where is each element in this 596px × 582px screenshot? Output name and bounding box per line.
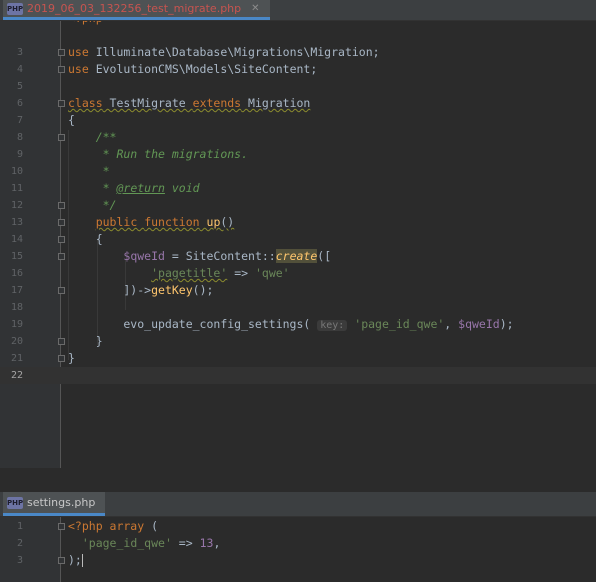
- editor-pane-migration[interactable]: 1<?php3use Illuminate\Database\Migration…: [0, 0, 596, 492]
- line-number: 5: [16, 81, 23, 92]
- code-line[interactable]: 2 'page_id_qwe' => 13,: [0, 535, 596, 552]
- code-line[interactable]: 21}: [0, 350, 596, 367]
- code-text: use EvolutionCMS\Models\SiteContent;: [68, 62, 318, 76]
- code-line[interactable]: 4 use EvolutionCMS\Models\SiteContent;: [0, 61, 596, 78]
- line-number: 3: [16, 47, 23, 58]
- code-text: evo_update_config_settings( key: 'page_i…: [68, 317, 514, 331]
- fold-marker-icon[interactable]: [58, 134, 65, 141]
- line-number: 6: [16, 98, 23, 109]
- close-icon[interactable]: ✕: [251, 3, 259, 14]
- code-text: * Run the migrations.: [68, 147, 249, 161]
- fold-marker-icon[interactable]: [58, 557, 65, 564]
- code-text: <?php array (: [68, 519, 159, 533]
- tab-label: 2019_06_03_132256_test_migrate.php: [27, 2, 242, 15]
- code-text: *: [68, 164, 110, 178]
- code-text: {: [68, 232, 103, 246]
- line-number: 4: [16, 64, 23, 75]
- line-number: 3: [16, 555, 23, 566]
- tab-settings-file[interactable]: PHP settings.php: [3, 492, 106, 516]
- code-line[interactable]: 5: [0, 78, 596, 95]
- code-line[interactable]: 17 ])->getKey();: [0, 282, 596, 299]
- fold-marker-icon[interactable]: [58, 355, 65, 362]
- line-number: 14: [10, 234, 23, 245]
- code-line[interactable]: 22: [0, 367, 596, 384]
- code-line[interactable]: 1 <?php array (: [0, 518, 596, 535]
- code-text: 'page_id_qwe' => 13,: [81, 536, 221, 550]
- code-text: * @return void: [68, 181, 200, 195]
- fold-marker-icon[interactable]: [58, 236, 65, 243]
- fold-marker-icon[interactable]: [58, 66, 65, 73]
- code-line[interactable]: 8 /**: [0, 129, 596, 146]
- fold-marker-icon[interactable]: [58, 100, 65, 107]
- tab-bar: PHP 2019_06_03_132256_test_migrate.php ✕: [0, 0, 596, 21]
- code-text: ])->getKey();: [68, 283, 214, 297]
- fold-marker-icon[interactable]: [58, 49, 65, 56]
- code-text: /**: [95, 130, 117, 144]
- code-line[interactable]: 18: [0, 299, 596, 316]
- code-line[interactable]: 7{: [0, 112, 596, 129]
- line-number: 2: [16, 538, 23, 549]
- php-file-icon: PHP: [7, 496, 24, 509]
- line-number: 11: [10, 183, 23, 194]
- fold-marker-icon[interactable]: [58, 219, 65, 226]
- code-text: public function up(): [95, 215, 235, 229]
- code-text: );: [68, 553, 83, 567]
- php-file-icon: PHP: [7, 2, 24, 15]
- line-number: 15: [10, 251, 23, 262]
- fold-marker-icon[interactable]: [58, 338, 65, 345]
- code-line[interactable]: 3);: [0, 552, 596, 569]
- fold-marker-icon[interactable]: [58, 253, 65, 260]
- line-number: 9: [16, 149, 23, 160]
- line-number: 19: [10, 319, 23, 330]
- tab-label: settings.php: [27, 496, 96, 509]
- code-line[interactable]: 14 {: [0, 231, 596, 248]
- editor-pane-settings[interactable]: 1 <?php array (2 'page_id_qwe' => 13, 3); …: [0, 492, 596, 582]
- tab-bar: PHP settings.php: [0, 492, 596, 517]
- code-text: }: [68, 351, 75, 365]
- line-number: 18: [10, 302, 23, 313]
- code-line[interactable]: 3 use Illuminate\Database\Migrations\Migr…: [0, 44, 596, 61]
- code-text: use Illuminate\Database\Migrations\Migra…: [68, 45, 380, 59]
- pane-splitter[interactable]: [0, 468, 596, 492]
- line-number: 10: [10, 166, 23, 177]
- code-line[interactable]: 20 }: [0, 333, 596, 350]
- line-number: 17: [10, 285, 23, 296]
- code-line[interactable]: 19 evo_update_config_settings( key: 'pag…: [0, 316, 596, 333]
- code-text: {: [68, 113, 75, 127]
- line-number: 8: [16, 132, 23, 143]
- line-number: 16: [10, 268, 23, 279]
- line-number: 13: [10, 217, 23, 228]
- code-text: 'pagetitle' => 'qwe': [151, 266, 290, 280]
- line-number: 21: [10, 353, 23, 364]
- line-number: 7: [16, 115, 23, 126]
- code-text: class TestMigrate extends Migration: [68, 96, 311, 110]
- code-line[interactable]: 10 *: [0, 163, 596, 180]
- line-number: 1: [16, 521, 23, 532]
- line-number: 20: [10, 336, 23, 347]
- code-line[interactable]: 13 public function up(): [0, 214, 596, 231]
- line-number: 12: [10, 200, 23, 211]
- fold-marker-icon[interactable]: [58, 523, 65, 530]
- code-text: $qweId = SiteContent::create([: [123, 249, 332, 263]
- tab-migration-file[interactable]: PHP 2019_06_03_132256_test_migrate.php ✕: [3, 0, 270, 20]
- code-text: }: [68, 334, 103, 348]
- code-line[interactable]: 6 class TestMigrate extends Migration: [0, 95, 596, 112]
- code-line[interactable]: 11 * @return void: [0, 180, 596, 197]
- code-text: */: [68, 198, 117, 212]
- text-caret: [81, 554, 83, 567]
- fold-marker-icon[interactable]: [58, 287, 65, 294]
- fold-marker-icon[interactable]: [58, 202, 65, 209]
- line-number: 22: [10, 370, 23, 381]
- code-line[interactable]: 16 'pagetitle' => 'qwe': [0, 265, 596, 282]
- code-line[interactable]: 12 */: [0, 197, 596, 214]
- code-line[interactable]: 15 $qweId = SiteContent::create([: [0, 248, 596, 265]
- code-line[interactable]: 9 * Run the migrations.: [0, 146, 596, 163]
